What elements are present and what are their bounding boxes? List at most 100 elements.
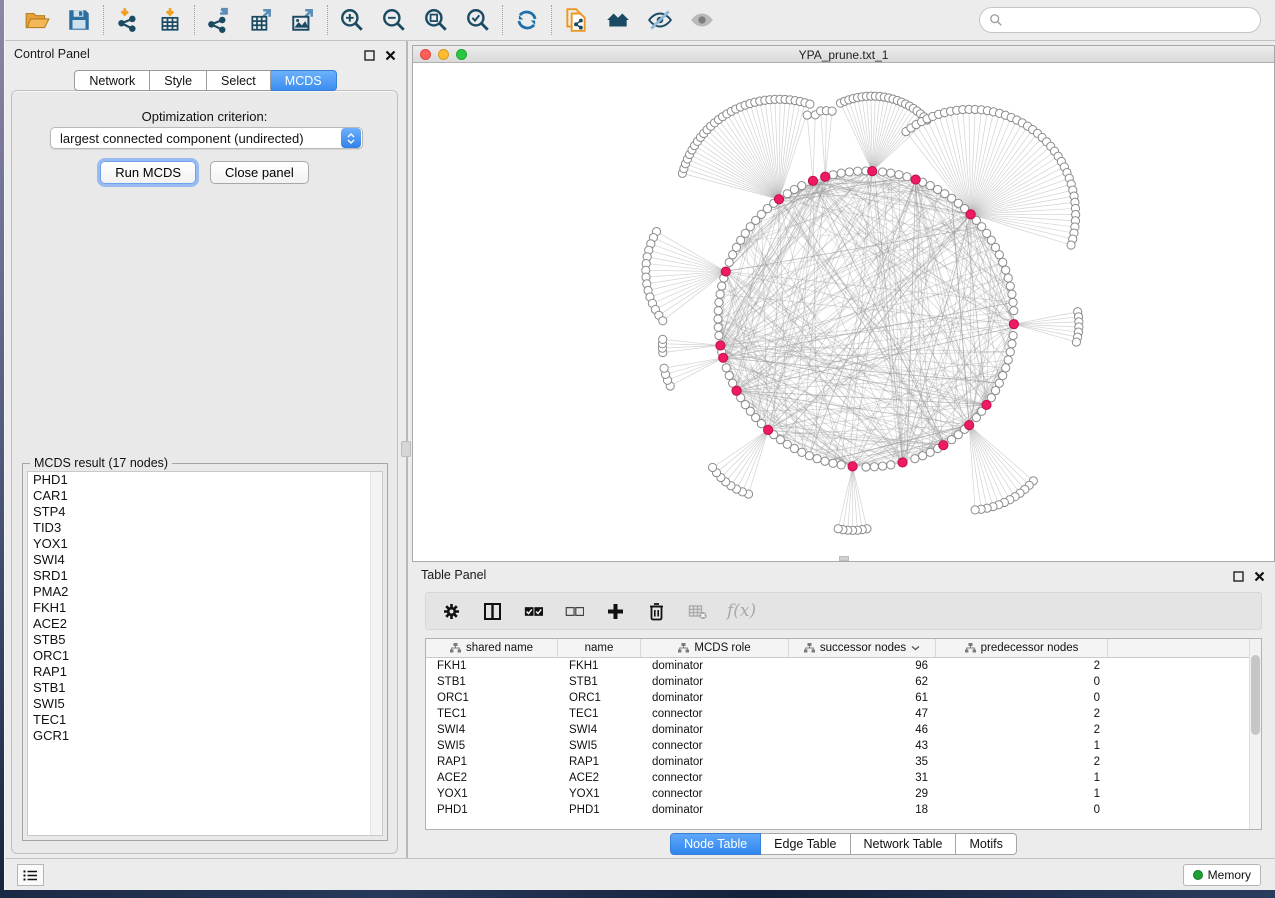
cell-name[interactable]: FKH1 <box>558 658 641 674</box>
result-node-item[interactable]: SWI4 <box>28 552 382 568</box>
split-columns-icon[interactable] <box>481 600 503 622</box>
table-row[interactable]: STB1STB1dominator620 <box>426 674 1249 690</box>
table-row[interactable]: YOX1YOX1connector291 <box>426 786 1249 802</box>
table-row[interactable]: ORC1ORC1dominator610 <box>426 690 1249 706</box>
cell-shared-name[interactable]: PHD1 <box>426 802 558 818</box>
cell-successor-nodes[interactable]: 35 <box>789 754 936 770</box>
mcds-result-list[interactable]: PHD1CAR1STP4TID3YOX1SWI4SRD1PMA2FKH1ACE2… <box>27 471 383 836</box>
result-node-item[interactable]: FKH1 <box>28 600 382 616</box>
cell-name[interactable]: YOX1 <box>558 786 641 802</box>
network-graph[interactable] <box>413 63 1274 561</box>
tab-style[interactable]: Style <box>150 70 207 91</box>
table-row[interactable]: SWI4SWI4dominator462 <box>426 722 1249 738</box>
tab-edge-table[interactable]: Edge Table <box>761 833 850 855</box>
cell-shared-name[interactable]: ACE2 <box>426 770 558 786</box>
tab-node-table[interactable]: Node Table <box>670 833 761 855</box>
result-node-item[interactable]: PMA2 <box>28 584 382 600</box>
tab-motifs[interactable]: Motifs <box>956 833 1016 855</box>
cell-shared-name[interactable]: RAP1 <box>426 754 558 770</box>
zoom-out-icon[interactable] <box>380 6 408 34</box>
result-node-item[interactable]: RAP1 <box>28 664 382 680</box>
cell-MCDS-role[interactable]: dominator <box>641 690 789 706</box>
cell-MCDS-role[interactable]: dominator <box>641 802 789 818</box>
cell-name[interactable]: STB1 <box>558 674 641 690</box>
float-panel-icon[interactable] <box>364 48 375 66</box>
cell-name[interactable]: RAP1 <box>558 754 641 770</box>
table-row[interactable]: FKH1FKH1dominator962 <box>426 658 1249 674</box>
network-view-titlebar[interactable]: YPA_prune.txt_1 <box>413 46 1274 63</box>
cell-predecessor-nodes[interactable]: 1 <box>936 738 1108 754</box>
cell-predecessor-nodes[interactable]: 0 <box>936 690 1108 706</box>
select-all-checks-icon[interactable] <box>522 600 544 622</box>
zoom-selected-icon[interactable] <box>464 6 492 34</box>
cell-successor-nodes[interactable]: 47 <box>789 706 936 722</box>
run-mcds-button[interactable]: Run MCDS <box>100 161 196 184</box>
cell-shared-name[interactable]: FKH1 <box>426 658 558 674</box>
import-network-icon[interactable] <box>114 6 142 34</box>
import-table-icon[interactable] <box>156 6 184 34</box>
cell-shared-name[interactable]: TEC1 <box>426 706 558 722</box>
add-column-icon[interactable] <box>604 600 626 622</box>
result-node-item[interactable]: SWI5 <box>28 696 382 712</box>
column-header-MCDS-role[interactable]: MCDS role <box>641 639 789 657</box>
cell-predecessor-nodes[interactable]: 1 <box>936 786 1108 802</box>
export-network-icon[interactable] <box>205 6 233 34</box>
result-list-scrollbar[interactable] <box>370 472 382 835</box>
result-node-item[interactable]: ACE2 <box>28 616 382 632</box>
result-node-item[interactable]: TID3 <box>28 520 382 536</box>
cell-shared-name[interactable]: STB1 <box>426 674 558 690</box>
table-settings-gear-icon[interactable] <box>440 600 462 622</box>
cell-name[interactable]: SWI5 <box>558 738 641 754</box>
cell-predecessor-nodes[interactable]: 1 <box>936 770 1108 786</box>
table-row[interactable]: ACE2ACE2connector311 <box>426 770 1249 786</box>
table-row[interactable]: TEC1TEC1connector472 <box>426 706 1249 722</box>
cell-name[interactable]: SWI4 <box>558 722 641 738</box>
cell-successor-nodes[interactable]: 62 <box>789 674 936 690</box>
cell-predecessor-nodes[interactable]: 2 <box>936 706 1108 722</box>
result-node-item[interactable]: TEC1 <box>28 712 382 728</box>
result-node-item[interactable]: STB5 <box>28 632 382 648</box>
result-node-item[interactable]: CAR1 <box>28 488 382 504</box>
cell-shared-name[interactable]: SWI4 <box>426 722 558 738</box>
search-box[interactable] <box>979 7 1261 33</box>
delete-column-trash-icon[interactable] <box>645 600 667 622</box>
cell-MCDS-role[interactable]: connector <box>641 738 789 754</box>
close-table-panel-icon[interactable] <box>1254 569 1265 587</box>
tab-select[interactable]: Select <box>207 70 271 91</box>
task-history-button[interactable] <box>17 864 44 886</box>
memory-button[interactable]: Memory <box>1183 864 1261 886</box>
close-panel-button[interactable]: Close panel <box>210 161 309 184</box>
result-node-item[interactable]: YOX1 <box>28 536 382 552</box>
cell-shared-name[interactable]: SWI5 <box>426 738 558 754</box>
cell-predecessor-nodes[interactable]: 0 <box>936 674 1108 690</box>
column-header-name[interactable]: name <box>558 639 641 657</box>
cell-name[interactable]: TEC1 <box>558 706 641 722</box>
export-image-icon[interactable] <box>289 6 317 34</box>
cell-predecessor-nodes[interactable]: 2 <box>936 722 1108 738</box>
clone-network-icon[interactable] <box>562 6 590 34</box>
column-header-successor-nodes[interactable]: successor nodes <box>789 639 936 657</box>
show-all-icon[interactable] <box>688 6 716 34</box>
cell-successor-nodes[interactable]: 46 <box>789 722 936 738</box>
table-row[interactable]: SWI5SWI5connector431 <box>426 738 1249 754</box>
save-session-icon[interactable] <box>65 6 93 34</box>
criterion-select[interactable]: largest connected component (undirected) <box>50 127 363 149</box>
cell-predecessor-nodes[interactable]: 0 <box>936 802 1108 818</box>
result-node-item[interactable]: STP4 <box>28 504 382 520</box>
sort-chevron-icon[interactable] <box>911 642 920 654</box>
zoom-fit-icon[interactable] <box>422 6 450 34</box>
result-node-item[interactable]: STB1 <box>28 680 382 696</box>
table-scrollbar-thumb[interactable] <box>1251 655 1260 735</box>
cell-successor-nodes[interactable]: 29 <box>789 786 936 802</box>
cell-MCDS-role[interactable]: dominator <box>641 722 789 738</box>
horizontal-splitter-handle[interactable] <box>839 556 849 561</box>
tab-network-table[interactable]: Network Table <box>851 833 957 855</box>
tab-mcds[interactable]: MCDS <box>271 70 337 91</box>
network-canvas[interactable] <box>413 63 1274 561</box>
cell-name[interactable]: ACE2 <box>558 770 641 786</box>
cell-successor-nodes[interactable]: 61 <box>789 690 936 706</box>
tab-network[interactable]: Network <box>74 70 150 91</box>
refresh-layout-icon[interactable] <box>513 6 541 34</box>
cell-MCDS-role[interactable]: dominator <box>641 658 789 674</box>
export-table-icon[interactable] <box>247 6 275 34</box>
